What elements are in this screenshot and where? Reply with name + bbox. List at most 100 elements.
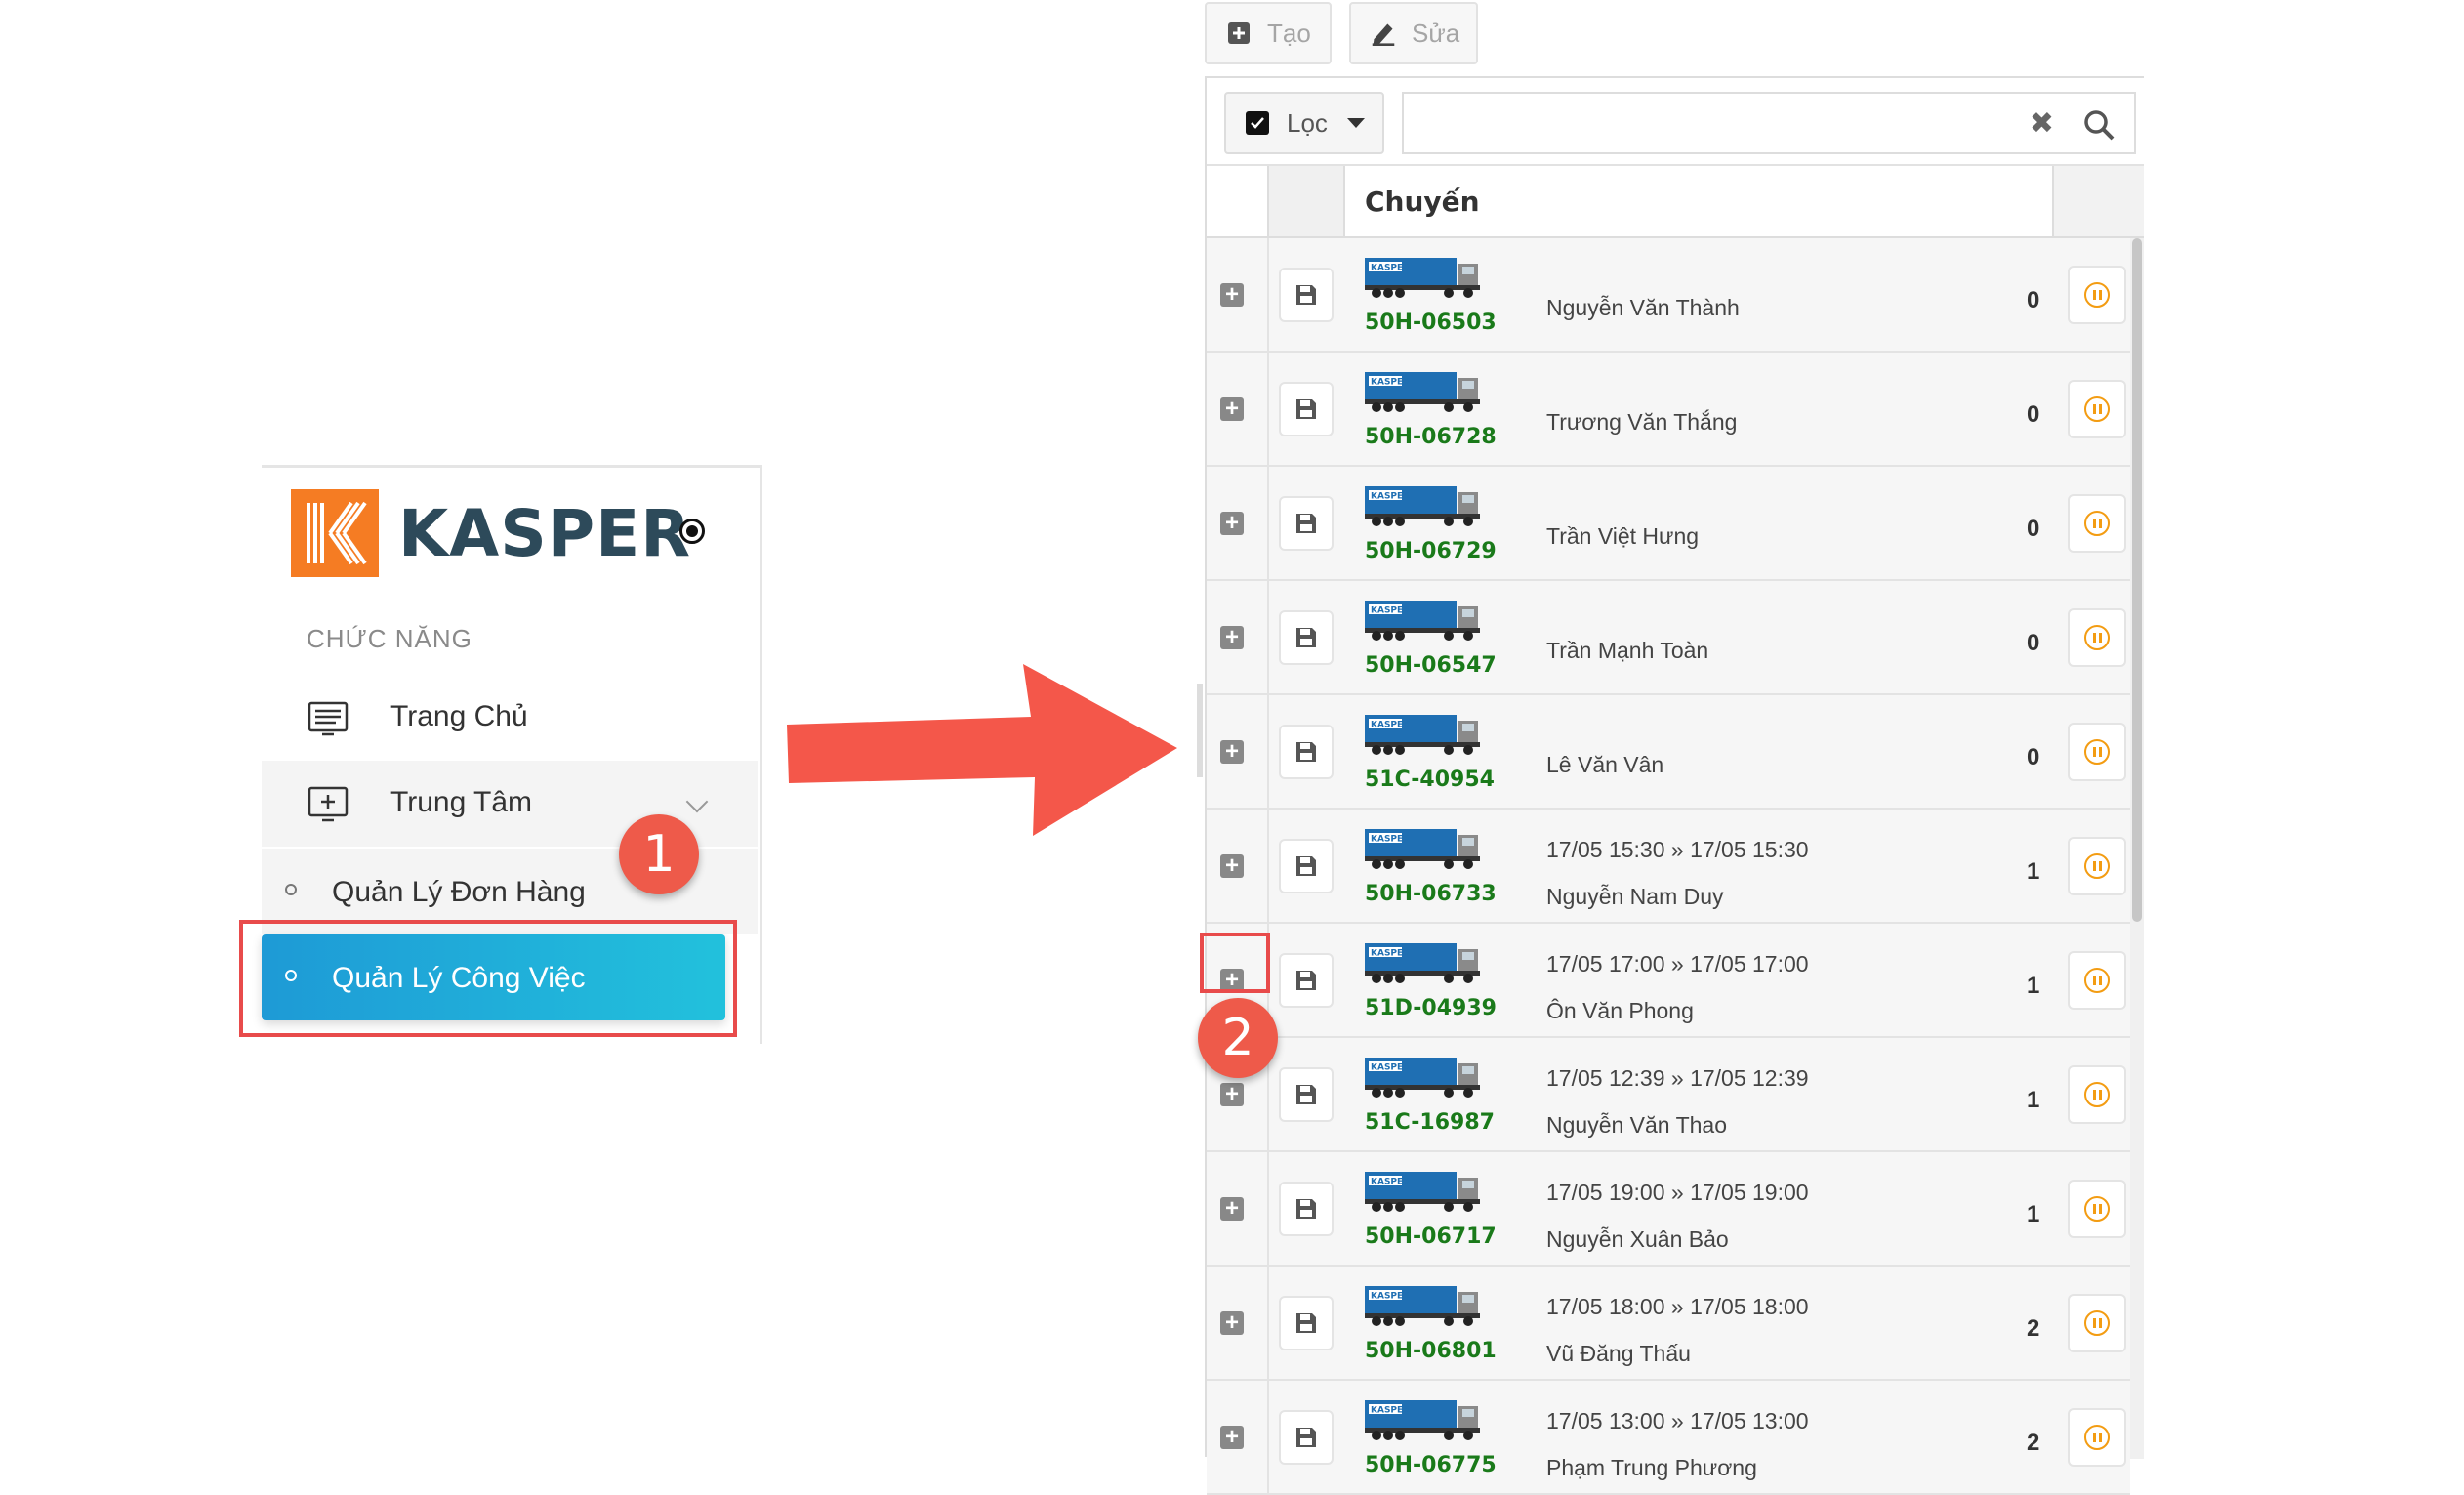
driver-name: Nguyễn Văn Thành [1546,295,1740,320]
trip-column-label: Chuyến [1365,186,1480,218]
highlight-frame-step1 [239,920,737,1037]
save-button[interactable] [1279,1067,1334,1122]
pause-circle-icon [2084,1425,2110,1450]
license-plate[interactable]: 50H-06547 [1365,653,1497,678]
pause-button[interactable] [2068,494,2126,553]
trip-row[interactable]: + KASPER 51C-16987 17/05 12:39 » 17/05 1… [1207,1038,2130,1152]
trip-row[interactable]: + KASPER 50H-06775 17/05 13:00 » 17/05 1… [1207,1381,2130,1495]
license-plate[interactable]: 51D-04939 [1365,996,1497,1020]
driver-name: Nguyễn Nam Duy [1546,884,1724,909]
pause-circle-icon [2084,396,2110,422]
license-plate[interactable]: 50H-06775 [1365,1453,1497,1477]
filter-dropdown[interactable]: Lọc [1224,92,1384,154]
save-button[interactable] [1279,268,1334,322]
search-icon[interactable] [2081,107,2116,143]
pause-button[interactable] [2068,1408,2126,1467]
panel-splitter-handle[interactable] [1197,684,1203,777]
header-trip-column[interactable]: Chuyến [1345,166,2054,236]
license-plate[interactable]: 51C-40954 [1365,768,1495,792]
scrollbar-thumb[interactable] [2132,238,2142,922]
pause-button[interactable] [2068,608,2126,667]
trip-order-count: 0 [2027,744,2040,770]
expand-plus-icon[interactable]: + [1220,397,1244,421]
create-button[interactable]: Tạo [1205,2,1332,64]
search-input[interactable]: ✖ [1402,92,2136,154]
kasper-truck-icon: KASPER [1365,827,1482,870]
pause-button[interactable] [2068,951,2126,1010]
filter-label: Lọc [1287,107,1328,138]
save-button[interactable] [1279,1296,1334,1350]
license-plate[interactable]: 50H-06733 [1365,882,1497,906]
expand-plus-icon[interactable]: + [1220,1426,1244,1449]
expand-plus-icon[interactable]: + [1220,1311,1244,1335]
save-button[interactable] [1279,610,1334,665]
trip-rows: + KASPER 50H-06503 Nguyễn Văn Thành 0 + … [1207,238,2130,1495]
trip-row[interactable]: + KASPER 50H-06733 17/05 15:30 » 17/05 1… [1207,810,2130,924]
expand-cell: + [1207,581,1269,693]
trip-row[interactable]: + KASPER 50H-06717 17/05 19:00 » 17/05 1… [1207,1152,2130,1267]
pause-button[interactable] [2068,380,2126,438]
monitor-plus-icon [307,782,349,825]
sidebar-item-home[interactable]: Trang Chủ [262,675,758,761]
pause-button[interactable] [2068,1180,2126,1238]
trip-row[interactable]: + KASPER 50H-06547 Trần Mạnh Toàn 0 [1207,581,2130,695]
save-button[interactable] [1279,725,1334,779]
trip-time-range: 17/05 17:00 » 17/05 17:00 [1546,951,1809,976]
driver-name: Trần Mạnh Toàn [1546,638,1709,663]
save-button[interactable] [1279,953,1334,1008]
kasper-truck-icon: KASPER [1365,941,1482,984]
grid-scrollbar[interactable] [2130,238,2144,1459]
license-plate[interactable]: 50H-06729 [1365,539,1497,563]
trip-row[interactable]: + KASPER 51D-04939 17/05 17:00 » 17/05 1… [1207,924,2130,1038]
save-button[interactable] [1279,1410,1334,1465]
screenshot-stage: KASPER CHỨC NĂNG Trang Chủ Trung Tâm Quả… [0,0,2464,1495]
caret-down-icon [1346,118,1365,128]
brand[interactable]: KASPER [291,489,691,577]
pause-button[interactable] [2068,837,2126,895]
svg-text:KASPER: KASPER [1371,1292,1410,1302]
edit-button[interactable]: Sửa [1349,2,1478,64]
expand-plus-icon[interactable]: + [1220,1083,1244,1106]
license-plate[interactable]: 50H-06717 [1365,1225,1497,1249]
expand-cell: + [1207,1381,1269,1493]
svg-text:KASPER: KASPER [1371,1063,1410,1073]
license-plate[interactable]: 50H-06728 [1365,425,1497,449]
expand-cell: + [1207,1267,1269,1379]
trip-row[interactable]: + KASPER 50H-06729 Trần Việt Hưng 0 [1207,467,2130,581]
trip-order-count: 1 [2027,858,2040,885]
license-plate[interactable]: 50H-06503 [1365,311,1497,335]
expand-plus-icon[interactable]: + [1220,740,1244,764]
clear-x-icon[interactable]: ✖ [2030,109,2054,139]
sidebar-toggle-radio-icon[interactable] [679,519,705,544]
expand-cell: + [1207,1152,1269,1265]
expand-plus-icon[interactable]: + [1220,626,1244,649]
trip-row[interactable]: + KASPER 50H-06801 17/05 18:00 » 17/05 1… [1207,1267,2130,1381]
trip-row[interactable]: + KASPER 50H-06503 Nguyễn Văn Thành 0 [1207,238,2130,353]
save-button[interactable] [1279,839,1334,893]
trip-time-range: 17/05 18:00 » 17/05 18:00 [1546,1294,1809,1319]
pause-circle-icon [2084,1310,2110,1336]
driver-name: Ôn Văn Phong [1546,998,1694,1023]
checkbox-checked-icon[interactable] [1246,111,1269,135]
kasper-truck-icon: KASPER [1365,1170,1482,1213]
trip-row[interactable]: + KASPER 50H-06728 Trương Văn Thắng 0 [1207,353,2130,467]
expand-plus-icon[interactable]: + [1220,854,1244,878]
save-button[interactable] [1279,496,1334,551]
expand-plus-icon[interactable]: + [1220,512,1244,535]
pause-button[interactable] [2068,1294,2126,1352]
license-plate[interactable]: 50H-06801 [1365,1339,1497,1363]
trip-row[interactable]: + KASPER 51C-40954 Lê Văn Vân 0 [1207,695,2130,810]
pause-button[interactable] [2068,266,2126,324]
save-button[interactable] [1279,382,1334,436]
pause-button[interactable] [2068,1065,2126,1124]
save-button[interactable] [1279,1182,1334,1236]
pause-button[interactable] [2068,723,2126,781]
expand-plus-icon[interactable]: + [1220,283,1244,307]
expand-cell: + [1207,353,1269,465]
driver-name: Nguyễn Văn Thao [1546,1112,1727,1138]
pause-circle-icon [2084,1196,2110,1222]
svg-text:KASPER: KASPER [1371,492,1410,502]
expand-plus-icon[interactable]: + [1220,1197,1244,1221]
license-plate[interactable]: 51C-16987 [1365,1110,1495,1135]
trip-order-count: 0 [2027,516,2040,542]
